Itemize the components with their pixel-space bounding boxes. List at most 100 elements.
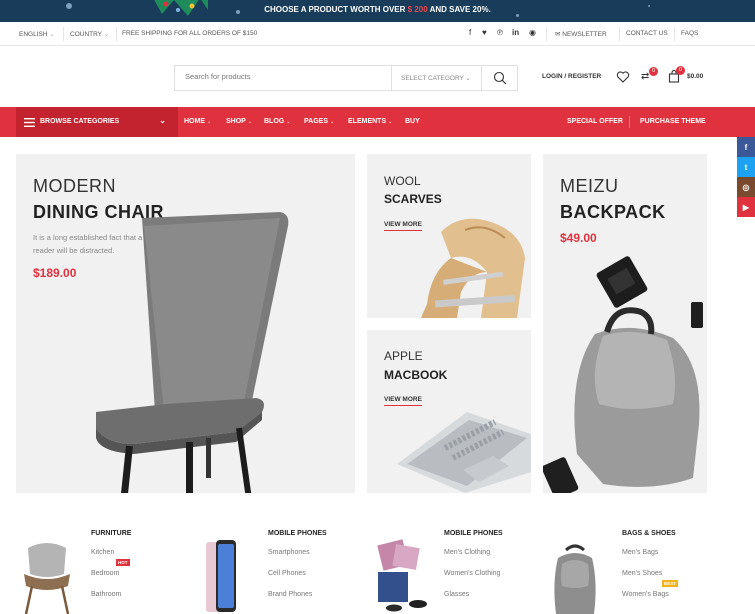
cart-total[interactable]: $0.00 xyxy=(687,73,703,80)
backpack-image xyxy=(554,544,596,614)
category-link[interactable]: Brand Phones xyxy=(268,591,312,598)
search-icon xyxy=(493,71,507,85)
category-link[interactable]: Bedroom xyxy=(91,570,119,577)
instagram-icon[interactable]: ◎ xyxy=(737,177,755,197)
category-section: FURNITURE Kitchen Bedroom HOT Bathroom M… xyxy=(0,520,755,614)
chevron-down-icon: ⌄ xyxy=(247,119,253,125)
promo-price: $ 200 xyxy=(407,5,428,14)
divider xyxy=(674,27,675,41)
compare-count: 0 xyxy=(649,67,658,76)
nav-blog[interactable]: BLOG ⌄ xyxy=(264,118,290,125)
category-link[interactable]: Women's Clothing xyxy=(444,570,500,577)
nav-elements-label: ELEMENTS xyxy=(348,118,387,125)
divider xyxy=(63,27,64,41)
youtube-icon[interactable]: ▶ xyxy=(737,197,755,217)
contact-link[interactable]: CONTACT US xyxy=(626,30,668,37)
login-link[interactable]: LOGIN / REGISTER xyxy=(542,73,601,80)
nav-home[interactable]: HOME ⌄ xyxy=(184,118,211,125)
telegram-icon[interactable]: ◉ xyxy=(529,28,536,37)
category-link[interactable]: Men's Shoes xyxy=(622,570,662,577)
category-title: MOBILE PHONES xyxy=(268,530,327,537)
promo-banner[interactable]: CHOOSE A PRODUCT WORTH OVER $ 200 AND SA… xyxy=(0,0,755,22)
chevron-down-icon: ⌄ xyxy=(103,31,110,38)
search-form: SELECT CATEGORY ⌄ xyxy=(174,65,518,91)
view-more-link[interactable]: VIEW MORE xyxy=(384,221,422,231)
compare-icon[interactable]: ⇄ xyxy=(641,71,649,82)
facebook-icon[interactable]: f xyxy=(469,28,471,37)
category-link[interactable]: Smartphones xyxy=(268,549,310,556)
faqs-link[interactable]: FAQS xyxy=(681,30,698,37)
twitter-icon[interactable]: ♥ xyxy=(482,28,487,37)
category-link[interactable]: Kitchen xyxy=(91,549,114,556)
facebook-icon[interactable]: f xyxy=(737,137,755,157)
banner-title-line1: MEIZU xyxy=(560,176,619,196)
nav-shop[interactable]: SHOP ⌄ xyxy=(226,118,252,125)
cart-count: 0 xyxy=(676,66,685,75)
banner-meizu-backpack[interactable]: MEIZU BACKPACK $49.00 xyxy=(543,154,707,493)
country-label: COUNTRY xyxy=(70,31,102,38)
nav-buy[interactable]: BUY xyxy=(405,118,420,125)
banner-title-line1: WOOL xyxy=(384,174,421,188)
promo-text: CHOOSE A PRODUCT WORTH OVER $ 200 AND SA… xyxy=(0,5,755,14)
divider xyxy=(546,27,547,41)
banner-price: $189.00 xyxy=(33,266,77,280)
category-link[interactable]: Men's Bags xyxy=(622,549,658,556)
banner-wool-scarves[interactable]: WOOL SCARVES VIEW MORE xyxy=(367,154,531,318)
chevron-down-icon: ⌄ xyxy=(286,119,291,125)
banner-title-line1: APPLE xyxy=(384,349,423,363)
chevron-down-icon: ⌄ xyxy=(207,119,212,125)
pinterest-icon[interactable]: ℗ xyxy=(497,28,503,37)
category-title: FURNITURE xyxy=(91,530,132,537)
chevron-down-icon: ⌄ xyxy=(465,75,471,82)
nav-home-label: HOME xyxy=(184,118,205,125)
browse-label: BROWSE CATEGORIES xyxy=(40,118,120,125)
banner-price: $49.00 xyxy=(560,231,597,245)
banner-title-line2: SCARVES xyxy=(384,192,442,206)
chevron-down-icon: ⌄ xyxy=(388,119,393,125)
banner-dining-chair[interactable]: MODERN DINING CHAIR It is a long establi… xyxy=(16,154,355,493)
category-select[interactable]: SELECT CATEGORY ⌄ xyxy=(391,66,481,90)
shipping-notice: FREE SHIPPING FOR ALL ORDERS OF $150 xyxy=(122,30,258,37)
purchase-theme-link[interactable]: PURCHASE THEME xyxy=(640,118,706,125)
category-link[interactable]: Bathroom xyxy=(91,591,121,598)
newsletter-link[interactable]: ✉ NEWSLETTER xyxy=(555,30,607,38)
decor-dot xyxy=(516,14,519,17)
nav-blog-label: BLOG xyxy=(264,118,285,125)
banner-title-line1: MODERN xyxy=(33,176,116,196)
category-title: MOBILE PHONES xyxy=(444,530,503,537)
category-select-label: SELECT CATEGORY xyxy=(401,75,464,82)
category-link[interactable]: Cell Phones xyxy=(268,570,306,577)
language-selector[interactable]: ENGLISH ⌄ xyxy=(19,30,55,38)
category-link[interactable]: Women's Bags xyxy=(622,591,669,598)
best-badge: BEST xyxy=(662,580,679,587)
mail-icon: ✉ xyxy=(555,31,561,38)
category-link[interactable]: Men's Clothing xyxy=(444,549,490,556)
menu-icon xyxy=(24,118,35,127)
main-nav: BROWSE CATEGORIES ⌄ HOME ⌄ SHOP ⌄ BLOG ⌄ PA… xyxy=(0,107,755,137)
twitter-icon[interactable]: t xyxy=(737,157,755,177)
search-input[interactable] xyxy=(185,72,385,81)
banner-title-line2: BACKPACK xyxy=(560,202,666,222)
divider xyxy=(629,116,630,128)
armchair-image xyxy=(24,543,70,614)
scarf-image xyxy=(421,218,525,318)
nav-shop-label: SHOP xyxy=(226,118,246,125)
browse-categories-button[interactable]: BROWSE CATEGORIES ⌄ xyxy=(16,107,178,137)
heart-icon[interactable] xyxy=(616,70,630,84)
nav-pages[interactable]: PAGES ⌄ xyxy=(304,118,334,125)
chevron-down-icon: ⌄ xyxy=(330,119,335,125)
special-offer-link[interactable]: SPECIAL OFFER xyxy=(567,118,623,125)
search-button[interactable] xyxy=(481,66,517,90)
nav-elements[interactable]: ELEMENTS ⌄ xyxy=(348,118,392,125)
laptop-image xyxy=(397,412,531,493)
category-link[interactable]: Glasses xyxy=(444,591,469,598)
banner-apple-macbook[interactable]: APPLE MACBOOK VIEW MORE xyxy=(367,330,531,493)
promo-text-after: AND SAVE 20%. xyxy=(427,5,491,14)
backpack-image xyxy=(543,256,703,493)
linkedin-icon[interactable]: in xyxy=(512,28,519,37)
clothing-image xyxy=(377,539,427,612)
country-selector[interactable]: COUNTRY ⌄ xyxy=(70,30,109,38)
promo-text-before: CHOOSE A PRODUCT WORTH OVER xyxy=(264,5,408,14)
banner-title-line2: MACBOOK xyxy=(384,368,448,382)
category-title: BAGS & SHOES xyxy=(622,530,676,537)
